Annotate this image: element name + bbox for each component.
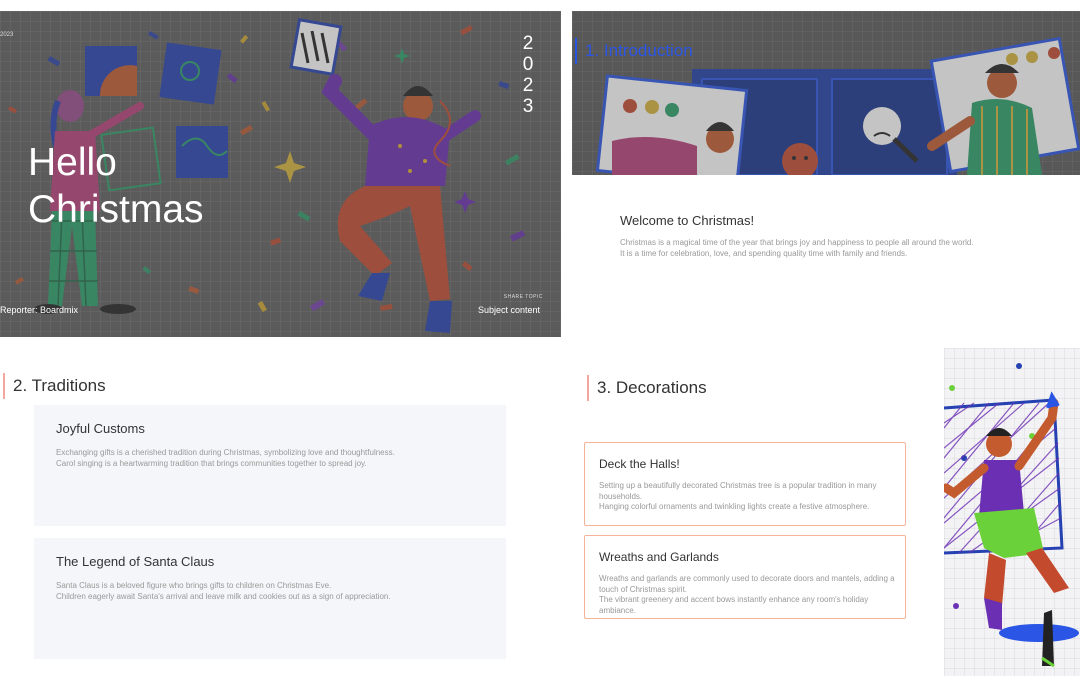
card-text-line: Wreaths and garlands are commonly used t…: [599, 574, 895, 594]
tradition-card-santa-claus[interactable]: The Legend of Santa Claus Santa Claus is…: [34, 538, 506, 659]
welcome-text-line: It is a time for celebration, love, and …: [620, 249, 908, 258]
cover-slide[interactable]: 2023 Hello Christmas 2 0 2 3 Reporter: B…: [0, 11, 561, 337]
card-text: Setting up a beautifully decorated Chris…: [599, 481, 899, 513]
card-text: Exchanging gifts is a cherished traditio…: [56, 447, 476, 469]
year-digit: 2: [522, 33, 534, 54]
year-digit: 2: [522, 75, 534, 96]
tradition-card-joyful-customs[interactable]: Joyful Customs Exchanging gifts is a che…: [34, 405, 506, 526]
cover-title: Hello Christmas: [28, 139, 204, 233]
year-digit: 0: [522, 54, 534, 75]
traditions-heading: 2. Traditions: [3, 373, 106, 399]
introduction-slide[interactable]: 1. Introduction Welcome to Christmas! Ch…: [572, 11, 1080, 337]
card-title: Joyful Customs: [56, 421, 145, 436]
cover-title-line1: Hello: [28, 141, 117, 184]
cover-subject: Subject content: [477, 305, 540, 315]
card-title: The Legend of Santa Claus: [56, 554, 215, 569]
basketball-illustration: [944, 363, 1079, 668]
welcome-text-line: Christmas is a magical time of the year …: [620, 238, 974, 247]
card-text-line: Santa Claus is a beloved figure who brin…: [56, 581, 332, 590]
card-text-line: The vibrant greenery and accent bows ins…: [599, 595, 869, 615]
decoration-card-wreaths-garlands[interactable]: Wreaths and Garlands Wreaths and garland…: [584, 535, 906, 619]
slides-canvas: 2023 Hello Christmas 2 0 2 3 Reporter: B…: [0, 0, 1080, 700]
introduction-banner: 1. Introduction: [572, 11, 1080, 175]
cover-year: 2 0 2 3: [522, 33, 534, 117]
cover-share-topic: SHARE TOPIC: [503, 294, 543, 300]
welcome-text: Christmas is a magical time of the year …: [620, 237, 1060, 259]
card-text-line: Carol singing is a heartwarming traditio…: [56, 459, 367, 468]
cover-title-line2: Christmas: [28, 188, 204, 231]
cover-date: 2023: [0, 32, 14, 38]
introduction-illustration: [572, 11, 1080, 175]
year-digit: 3: [522, 96, 534, 117]
welcome-title: Welcome to Christmas!: [620, 213, 755, 228]
traditions-slide[interactable]: 2. Traditions Joyful Customs Exchanging …: [0, 348, 561, 700]
card-text: Wreaths and garlands are commonly used t…: [599, 574, 899, 616]
card-text-line: Exchanging gifts is a cherished traditio…: [56, 448, 395, 457]
decorations-heading: 3. Decorations: [587, 375, 707, 401]
card-title: Deck the Halls!: [599, 457, 680, 471]
cover-reporter: Reporter: Boardmix: [0, 305, 79, 315]
card-text-line: Children eagerly await Santa's arrival a…: [56, 592, 391, 601]
decoration-card-deck-the-halls[interactable]: Deck the Halls! Setting up a beautifully…: [584, 442, 906, 526]
card-text-line: Setting up a beautifully decorated Chris…: [599, 481, 877, 501]
decorations-illustration-panel: [944, 348, 1080, 676]
introduction-heading: 1. Introduction: [575, 38, 693, 64]
decorations-slide[interactable]: 3. Decorations Deck the Halls! Setting u…: [572, 348, 1080, 700]
card-text-line: Hanging colorful ornaments and twinkling…: [599, 502, 870, 511]
card-text: Santa Claus is a beloved figure who brin…: [56, 580, 476, 602]
card-title: Wreaths and Garlands: [599, 550, 719, 564]
